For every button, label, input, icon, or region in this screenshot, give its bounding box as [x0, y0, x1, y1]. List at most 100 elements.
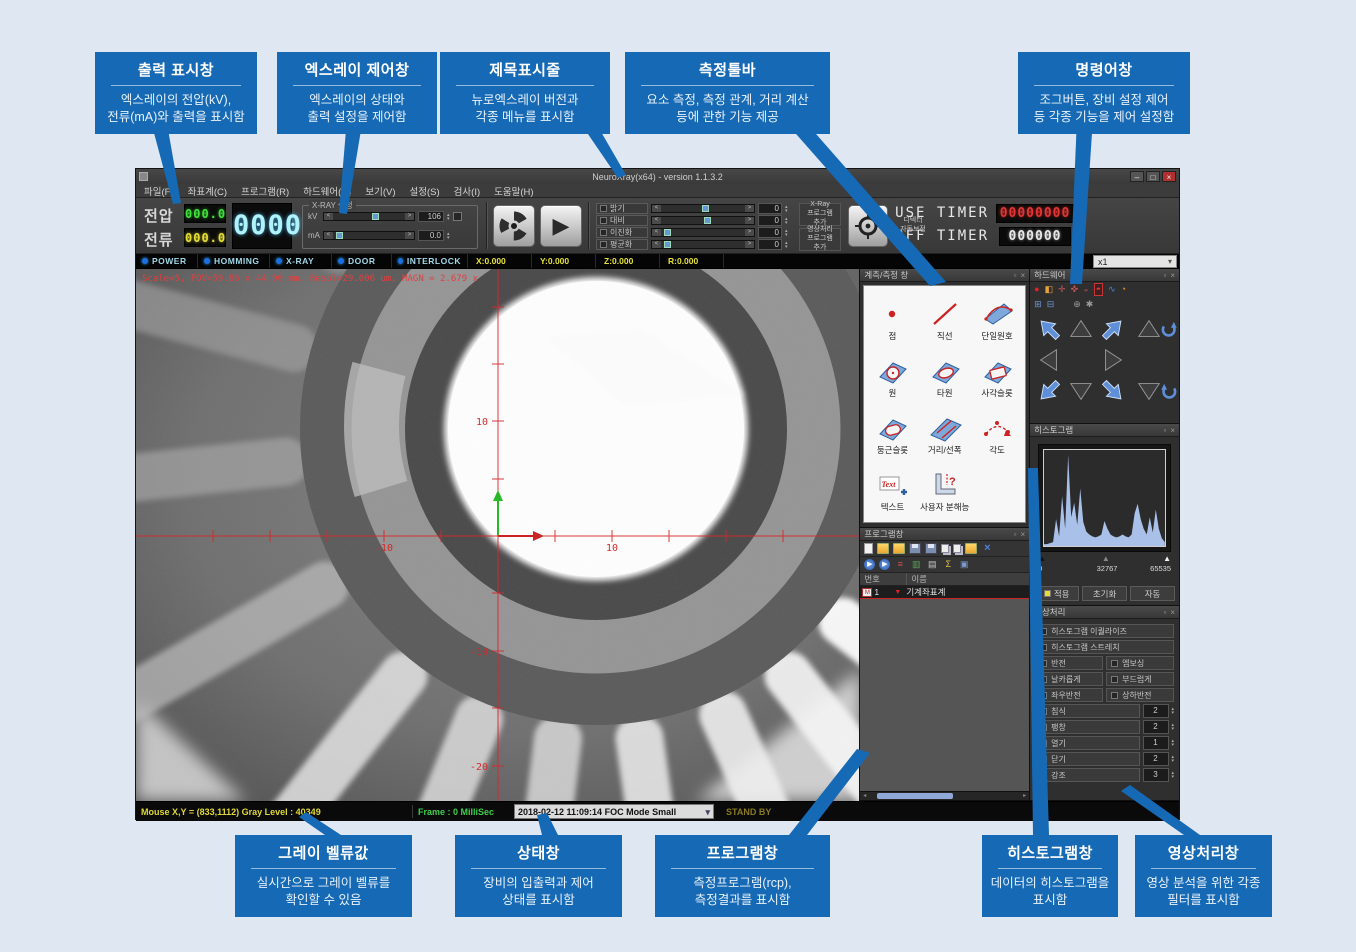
brightness-value[interactable]: 0	[758, 203, 782, 214]
tool-distance[interactable]: 거리/선폭	[919, 406, 971, 463]
kv-slider-right[interactable]: >	[405, 213, 414, 220]
filter-dilate[interactable]: 팽창	[1035, 720, 1139, 734]
contrast-slider[interactable]: <>	[651, 216, 755, 225]
ma-spinner[interactable]: ▴▾	[447, 232, 450, 240]
run-all-icon[interactable]: ▶	[879, 559, 890, 570]
average-spinner[interactable]: ▴▾	[785, 241, 788, 249]
scrollbar-thumb[interactable]	[877, 793, 953, 799]
enhance-spinner[interactable]: ▴▾	[1172, 768, 1175, 782]
program-row[interactable]: M 1 ▼ 기계좌표계	[860, 586, 1029, 599]
ma-slider-left[interactable]: <	[324, 232, 333, 239]
connect-on-icon[interactable]: ◓	[1094, 283, 1103, 296]
open-value[interactable]: 1	[1143, 736, 1169, 750]
stop-icon[interactable]: ≡	[894, 559, 906, 570]
filter-hist-equalize[interactable]: 히스토그램 이퀄라이즈	[1035, 624, 1174, 638]
camera-icon[interactable]: ◧	[1045, 284, 1054, 295]
xray-on-button[interactable]	[493, 205, 535, 247]
jog-z-down-button[interactable]	[1136, 378, 1162, 404]
tool-single-arc[interactable]: 단일원호	[971, 292, 1023, 349]
ma-value[interactable]: 0.0	[418, 230, 444, 241]
open-recent-icon[interactable]	[893, 543, 905, 554]
paste-icon[interactable]	[953, 544, 961, 553]
menu-inspect[interactable]: 검사(I)	[454, 184, 480, 198]
erode-value[interactable]: 2	[1143, 704, 1169, 718]
pin-icon[interactable]: ▫	[1164, 608, 1167, 617]
close-value[interactable]: 2	[1143, 752, 1169, 766]
copy-icon[interactable]	[941, 544, 949, 553]
ma-slider[interactable]: < >	[323, 231, 415, 240]
new-file-icon[interactable]	[864, 543, 873, 554]
export-icon[interactable]	[965, 543, 977, 554]
play-button[interactable]: ▶	[540, 205, 582, 247]
pin-icon[interactable]: ▫	[1014, 530, 1017, 539]
jog-up-button[interactable]	[1068, 316, 1094, 342]
scroll-left-icon[interactable]: ◂	[860, 792, 869, 800]
scroll-right-icon[interactable]: ▸	[1020, 792, 1029, 800]
menu-file[interactable]: 파일(F)	[144, 184, 174, 198]
grid-icon[interactable]: ⊞	[1034, 299, 1042, 310]
reset-button[interactable]: 초기화	[1082, 586, 1127, 601]
menu-coordinate[interactable]: 좌표계(C)	[188, 184, 227, 198]
tool-ellipse[interactable]: 타원	[919, 349, 971, 406]
jog-right-button[interactable]	[1100, 347, 1126, 373]
filter-close[interactable]: 닫기	[1035, 752, 1139, 766]
open-spinner[interactable]: ▴▾	[1172, 736, 1175, 750]
histogram-panel-titlebar[interactable]: 히스토그램 ▫×	[1030, 424, 1179, 437]
pin-icon[interactable]: ▫	[1164, 426, 1167, 435]
filter-smooth[interactable]: 부드럽게	[1106, 672, 1174, 686]
menu-help[interactable]: 도움말(H)	[494, 184, 533, 198]
hist-mid-handle[interactable]: ▲	[1102, 554, 1110, 563]
close-icon[interactable]: ×	[1170, 608, 1175, 617]
filter-flip-horizontal[interactable]: 좌우반전	[1035, 688, 1103, 702]
average-toggle[interactable]: 평균화	[596, 239, 648, 250]
window-icon[interactable]: ▣	[958, 559, 970, 570]
add-improc-program-button[interactable]: 영상처리 프로그램 추가	[799, 228, 841, 251]
save-as-icon[interactable]	[925, 543, 937, 554]
record-icon[interactable]: ●	[1034, 284, 1039, 295]
program-panel-titlebar[interactable]: 프로그램창 ▫×	[860, 528, 1029, 541]
binarize-slider[interactable]: <>	[651, 228, 755, 237]
brightness-spinner[interactable]: ▴▾	[785, 205, 788, 213]
save-icon[interactable]	[909, 543, 921, 554]
brightness-slider[interactable]: <>	[651, 204, 755, 213]
enhance-value[interactable]: 3	[1143, 768, 1169, 782]
binarize-spinner[interactable]: ▴▾	[785, 229, 788, 237]
rotate-ccw-button[interactable]	[1160, 316, 1178, 342]
close-icon[interactable]: ×	[1170, 271, 1175, 280]
brightness-toggle[interactable]: 밝기	[596, 203, 648, 214]
filter-enhance[interactable]: 강조	[1035, 768, 1139, 782]
close-icon[interactable]: ×	[1020, 271, 1025, 280]
apply-button[interactable]: 적용	[1034, 586, 1079, 601]
kv-spinner[interactable]: ▴▾	[447, 213, 450, 221]
center-target-button[interactable]	[848, 205, 888, 247]
jog-up-right-button[interactable]	[1100, 316, 1126, 342]
filter-invert[interactable]: 반전	[1035, 656, 1103, 670]
dilate-value[interactable]: 2	[1143, 720, 1169, 734]
window-titlebar[interactable]: NeuroXray(x64) - version 1.1.3.2 – □ ×	[136, 169, 1179, 184]
close-icon[interactable]: ×	[1170, 426, 1175, 435]
contrast-value[interactable]: 0	[758, 215, 782, 226]
tool-user-resolution[interactable]: ? 사용자 분해능	[919, 463, 971, 520]
minimize-button[interactable]: –	[1130, 171, 1144, 182]
add-xray-program-button[interactable]: X-Ray 프로그램 추가	[799, 203, 841, 226]
improc-panel-titlebar[interactable]: 영상처리 ▫×	[1030, 606, 1179, 619]
filter-flip-vertical[interactable]: 상하반전	[1106, 688, 1174, 702]
close-button[interactable]: ×	[1162, 171, 1176, 182]
open-folder-icon[interactable]	[877, 543, 889, 554]
menu-hardware[interactable]: 하드웨어(H)	[303, 184, 351, 198]
jog-left-button[interactable]	[1036, 347, 1062, 373]
average-slider[interactable]: <>	[651, 240, 755, 249]
measure-panel-titlebar[interactable]: 계측/측정 창 ▫×	[860, 269, 1029, 282]
gauge-icon[interactable]: ◔	[1121, 284, 1126, 295]
filter-open[interactable]: 열기	[1035, 736, 1139, 750]
program-hscrollbar[interactable]: ◂ ▸	[860, 791, 1029, 800]
binarize-value[interactable]: 0	[758, 227, 782, 238]
menu-view[interactable]: 보기(V)	[365, 184, 395, 198]
kv-value[interactable]: 106	[418, 211, 444, 222]
xray-enable-checkbox[interactable]	[453, 212, 462, 221]
menu-settings[interactable]: 설정(S)	[410, 184, 440, 198]
filter-emboss[interactable]: 엠보싱	[1106, 656, 1174, 670]
kv-slider-thumb[interactable]	[372, 213, 379, 220]
connect-off-icon[interactable]: ◒	[1083, 284, 1088, 295]
hardware-panel-titlebar[interactable]: 하드웨어 ▫×	[1030, 269, 1179, 282]
